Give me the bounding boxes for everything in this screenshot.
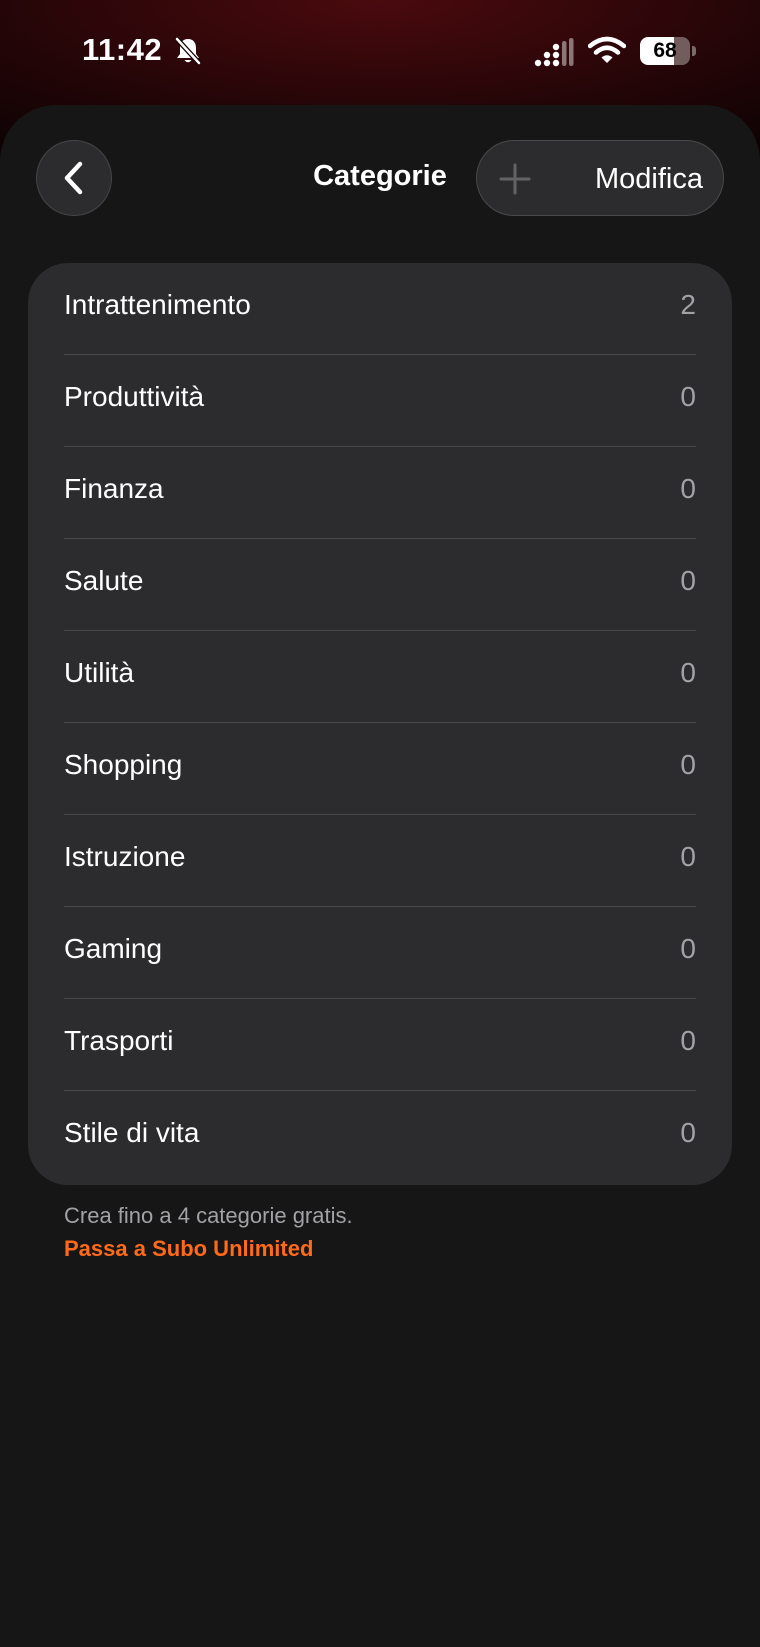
category-label: Istruzione [64,841,186,872]
category-row-produttivita[interactable]: Produttività 0 [64,355,696,447]
battery-indicator: 68 [640,37,696,65]
category-count: 2 [680,289,696,320]
status-bar: 11:42 68 [0,0,760,100]
category-label: Stile di vita [64,1117,200,1148]
category-count: 0 [680,1117,696,1148]
page-title: Categorie [313,160,447,192]
category-row-trasporti[interactable]: Trasporti 0 [64,999,696,1091]
category-count: 0 [680,1025,696,1056]
category-list: Intrattenimento 2 Produttività 0 Finanza… [28,263,732,1185]
category-count: 0 [680,841,696,872]
chevron-left-icon [64,161,83,195]
category-label: Trasporti [64,1025,174,1056]
toolbar-pill: Modifica [476,140,724,216]
categories-sheet: Categorie Modifica Intrattenimento 2 Pro… [0,105,760,1647]
free-limit-note: Crea fino a 4 categorie gratis. [64,1203,353,1228]
wifi-icon [588,36,626,63]
status-time: 11:42 [82,32,163,67]
cellular-signal-icon [534,38,574,67]
category-label: Produttività [64,381,205,412]
upgrade-link[interactable]: Passa a Subo Unlimited [64,1236,313,1262]
add-category-button[interactable] [477,141,553,217]
category-count: 0 [680,749,696,780]
category-row-shopping[interactable]: Shopping 0 [64,723,696,815]
category-label: Utilità [64,657,135,688]
battery-level: 68 [653,39,677,62]
edit-button[interactable]: Modifica [595,141,703,217]
category-row-finanza[interactable]: Finanza 0 [64,447,696,539]
category-row-utilita[interactable]: Utilità 0 [64,631,696,723]
back-button[interactable] [36,140,112,216]
category-label: Salute [64,565,144,596]
category-row-stile-di-vita[interactable]: Stile di vita 0 [64,1091,696,1183]
category-row-istruzione[interactable]: Istruzione 0 [64,815,696,907]
category-count: 0 [680,381,696,412]
bell-slash-icon [175,37,201,65]
category-label: Intrattenimento [64,289,251,320]
screen: 11:42 68 Categorie Modifica Intrattenime… [0,0,760,1647]
category-label: Shopping [64,749,183,780]
category-count: 0 [680,473,696,504]
category-label: Finanza [64,473,164,504]
category-count: 0 [680,565,696,596]
category-count: 0 [680,657,696,688]
category-count: 0 [680,933,696,964]
category-row-intrattenimento[interactable]: Intrattenimento 2 [64,263,696,355]
category-row-gaming[interactable]: Gaming 0 [64,907,696,999]
category-label: Gaming [64,933,163,964]
category-row-salute[interactable]: Salute 0 [64,539,696,631]
plus-icon [499,163,531,195]
